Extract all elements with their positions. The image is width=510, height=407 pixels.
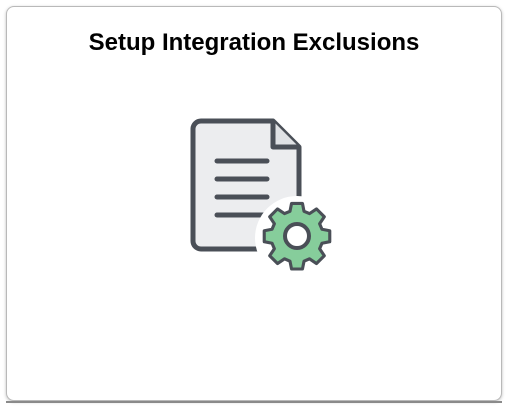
setup-integration-exclusions-tile[interactable]: Setup Integration Exclusions xyxy=(6,6,502,401)
screen: Setup Integration Exclusions xyxy=(0,0,510,407)
tile-title: Setup Integration Exclusions xyxy=(88,29,420,56)
document-gear-icon xyxy=(187,113,335,277)
bottom-divider xyxy=(6,401,502,403)
